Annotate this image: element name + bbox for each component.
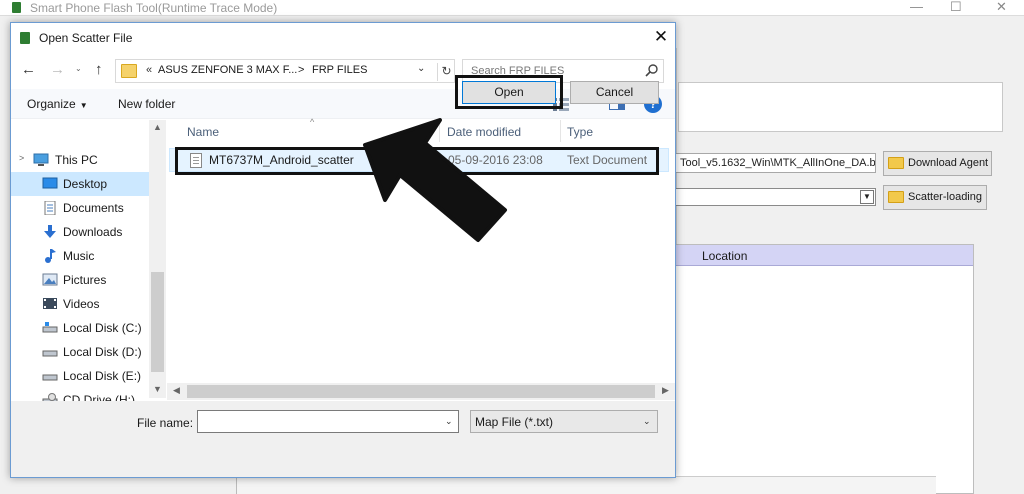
dialog-bottom-area: File name: ⌄ Map File (*.txt) ⌄ bbox=[11, 401, 675, 477]
column-divider[interactable] bbox=[560, 120, 561, 142]
sidebar-item-desktop[interactable]: Desktop bbox=[11, 172, 149, 196]
sidebar-item-label: Local Disk (C:) bbox=[63, 321, 142, 335]
sidebar-item-local-disk-c[interactable]: Local Disk (C:) bbox=[11, 316, 149, 340]
desktop-icon bbox=[42, 177, 58, 190]
chevron-right-icon[interactable]: ▶ bbox=[662, 385, 669, 396]
chevron-down-icon[interactable]: ▼ bbox=[860, 190, 874, 204]
navigation-scrollbar[interactable]: ▲ ▼ bbox=[149, 120, 166, 398]
videos-icon bbox=[42, 297, 58, 310]
sidebar-item-label: Music bbox=[63, 249, 95, 263]
sidebar-item-local-disk-d[interactable]: Local Disk (D:) bbox=[11, 340, 149, 364]
open-scatter-file-dialog: Open Scatter File ✕ ← → ⌄ ↑ « ASUS ZENFO… bbox=[10, 22, 676, 478]
sidebar-item-local-disk-e[interactable]: Local Disk (E:) bbox=[11, 364, 149, 388]
search-icon[interactable] bbox=[644, 63, 660, 79]
pictures-icon bbox=[42, 273, 58, 286]
chevron-down-icon: ▼ bbox=[79, 101, 88, 110]
download-agent-button[interactable]: Download Agent bbox=[883, 151, 992, 176]
sidebar-item-label: This PC bbox=[55, 153, 98, 167]
scatter-loading-button[interactable]: Scatter-loading bbox=[883, 185, 987, 210]
open-button[interactable]: Open bbox=[462, 81, 556, 104]
file-name-field[interactable]: ⌄ bbox=[197, 410, 459, 433]
new-folder-button[interactable]: New folder bbox=[118, 97, 175, 111]
chevron-up-icon[interactable]: ▲ bbox=[153, 122, 162, 132]
scatter-file-combo[interactable]: ▼ bbox=[676, 188, 876, 206]
organize-label: Organize bbox=[27, 97, 76, 111]
chevron-down-icon[interactable]: ⌄ bbox=[643, 416, 651, 427]
annotation-arrow-icon bbox=[363, 118, 507, 242]
documents-icon bbox=[42, 200, 58, 216]
up-arrow-icon[interactable]: ↑ bbox=[95, 61, 103, 78]
back-arrow-icon[interactable]: ← bbox=[21, 61, 36, 78]
chevron-down-icon[interactable]: ⌄ bbox=[445, 416, 453, 427]
file-type-selected: Map File (*.txt) bbox=[475, 415, 554, 429]
organize-button[interactable]: Organize ▼ bbox=[27, 97, 88, 111]
sidebar-item-label: Local Disk (D:) bbox=[63, 345, 142, 359]
breadcrumb-asus-zenfone[interactable]: ASUS ZENFONE 3 MAX F... bbox=[158, 64, 297, 76]
sidebar-item-label: Downloads bbox=[63, 225, 123, 239]
sidebar-item-label: Desktop bbox=[63, 177, 108, 191]
file-type-select[interactable]: Map File (*.txt) ⌄ bbox=[470, 410, 658, 433]
sidebar-item-label: Documents bbox=[63, 201, 124, 215]
disk-icon bbox=[42, 321, 58, 334]
horizontal-scrollbar[interactable]: ◀ ▶ bbox=[167, 383, 675, 400]
file-name-label: File name: bbox=[137, 416, 194, 430]
breadcrumb-separator[interactable]: > bbox=[298, 64, 304, 76]
recent-locations-icon[interactable]: ⌄ bbox=[75, 64, 82, 73]
downloads-icon bbox=[42, 225, 58, 238]
location-column-header[interactable]: Location bbox=[676, 245, 973, 266]
music-icon bbox=[42, 249, 58, 263]
flash-tool-top-box bbox=[678, 82, 1003, 132]
breadcrumb-frp-files[interactable]: FRP FILES bbox=[312, 64, 367, 76]
address-bar[interactable]: « ASUS ZENFONE 3 MAX F... > FRP FILES ⌄ … bbox=[115, 59, 455, 83]
download-agent-label: Download Agent bbox=[908, 157, 989, 169]
scrollbar-thumb[interactable] bbox=[187, 385, 655, 398]
sidebar-item-pictures[interactable]: Pictures bbox=[11, 268, 149, 292]
chevron-down-icon[interactable]: ⌄ bbox=[417, 63, 425, 74]
sidebar-item-label: Local Disk (E:) bbox=[63, 369, 142, 383]
partition-table bbox=[676, 244, 974, 494]
sidebar-item-this-pc[interactable]: > This PC bbox=[11, 148, 149, 172]
sidebar-item-label: Pictures bbox=[63, 273, 107, 287]
scatter-loading-label: Scatter-loading bbox=[908, 191, 982, 203]
sidebar-item-downloads[interactable]: Downloads bbox=[11, 220, 149, 244]
app-icon bbox=[20, 32, 30, 44]
sidebar-item-documents[interactable]: Documents bbox=[11, 196, 149, 220]
app-icon bbox=[12, 2, 21, 13]
forward-arrow-icon[interactable]: → bbox=[50, 61, 65, 78]
folder-icon bbox=[121, 64, 137, 78]
disk-icon bbox=[42, 345, 58, 358]
refresh-icon[interactable]: ↻ bbox=[437, 63, 455, 81]
dialog-close-button[interactable]: ✕ bbox=[651, 27, 671, 47]
column-header-type[interactable]: Type bbox=[567, 125, 593, 139]
flash-tool-title: Smart Phone Flash Tool(Runtime Trace Mod… bbox=[30, 1, 278, 15]
dialog-title: Open Scatter File bbox=[39, 31, 133, 45]
chevron-down-icon[interactable]: ▼ bbox=[153, 384, 162, 394]
cancel-button[interactable]: Cancel bbox=[570, 81, 659, 104]
minimize-button[interactable]: — bbox=[910, 0, 923, 14]
breadcrumb-overflow[interactable]: « bbox=[146, 64, 152, 76]
close-button[interactable]: ✕ bbox=[996, 0, 1007, 15]
maximize-button[interactable]: ☐ bbox=[950, 0, 962, 15]
flash-tool-lower-area bbox=[236, 476, 936, 494]
sidebar-item-videos[interactable]: Videos bbox=[11, 292, 149, 316]
sidebar-item-label: Videos bbox=[63, 297, 100, 311]
chevron-right-icon[interactable]: > bbox=[19, 153, 24, 163]
sort-ascending-icon: ^ bbox=[310, 117, 315, 127]
navigation-pane: > This PC Desktop Documents Downloads Mu… bbox=[11, 120, 166, 407]
folder-icon bbox=[888, 191, 904, 203]
folder-icon bbox=[888, 157, 904, 169]
dialog-titlebar: Open Scatter File ✕ bbox=[11, 23, 675, 53]
disk-icon bbox=[42, 369, 58, 382]
pc-icon bbox=[33, 153, 49, 166]
download-agent-path[interactable]: Tool_v5.1632_Win\MTK_AllInOne_DA.bin bbox=[676, 153, 876, 173]
column-header-name[interactable]: Name bbox=[187, 125, 219, 139]
flash-tool-titlebar: Smart Phone Flash Tool(Runtime Trace Mod… bbox=[0, 0, 1024, 16]
sidebar-item-music[interactable]: Music bbox=[11, 244, 149, 268]
scrollbar-thumb[interactable] bbox=[151, 272, 164, 372]
chevron-left-icon[interactable]: ◀ bbox=[173, 385, 180, 396]
